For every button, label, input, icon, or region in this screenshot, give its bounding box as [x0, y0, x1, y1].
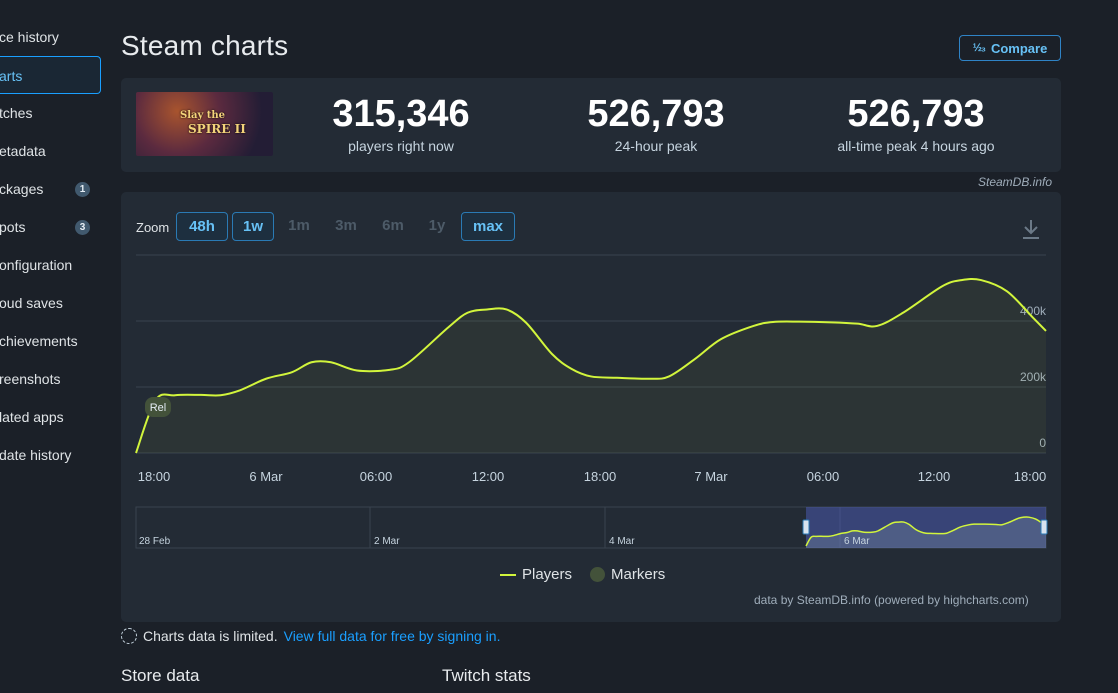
section-store-data: Store data	[121, 666, 200, 685]
navigator-handle	[802, 519, 810, 535]
powered-by-text: data by SteamDB.info (powered by highcha…	[754, 593, 1029, 607]
x-tick-label: 12:00	[918, 469, 951, 484]
section-twitch-stats: Twitch stats	[442, 666, 531, 685]
marker-dot-icon	[590, 567, 606, 582]
x-tick-label: 7 Mar	[694, 469, 728, 484]
notice-text: Charts data is limited.	[143, 628, 278, 644]
sign-in-link[interactable]: View full data for free by signing in.	[284, 628, 501, 644]
player-count-chart: 0200k400k18:006 Mar06:0012:0018:007 Mar0…	[135, 254, 1048, 549]
legend-label: Players	[522, 566, 573, 583]
players-line-icon	[500, 573, 516, 576]
navigator-label: 2 Mar	[374, 536, 400, 547]
legend-label: Markers	[611, 566, 666, 583]
navigator-label: 6 Mar	[844, 536, 870, 547]
players-area	[136, 278, 1046, 453]
x-tick-label: 06:00	[807, 469, 840, 484]
release-marker-label: Rel	[150, 402, 167, 414]
x-tick-label: 18:00	[584, 469, 617, 484]
legend-markers[interactable]: Markers	[590, 566, 665, 583]
data-limited-notice: Charts data is limited. View full data f…	[121, 628, 500, 644]
dashed-circle-icon	[121, 628, 137, 644]
navigator-handle	[1040, 519, 1048, 535]
x-tick-label: 12:00	[472, 469, 505, 484]
x-tick-label: 06:00	[360, 469, 393, 484]
legend-players[interactable]: Players	[500, 566, 572, 583]
navigator-label: 4 Mar	[609, 536, 635, 547]
chart-legend: Players Markers	[500, 566, 665, 583]
x-tick-label: 6 Mar	[249, 469, 283, 484]
navigator-label: 28 Feb	[139, 536, 171, 547]
x-tick-label: 18:00	[1014, 469, 1047, 484]
x-tick-label: 18:00	[138, 469, 171, 484]
